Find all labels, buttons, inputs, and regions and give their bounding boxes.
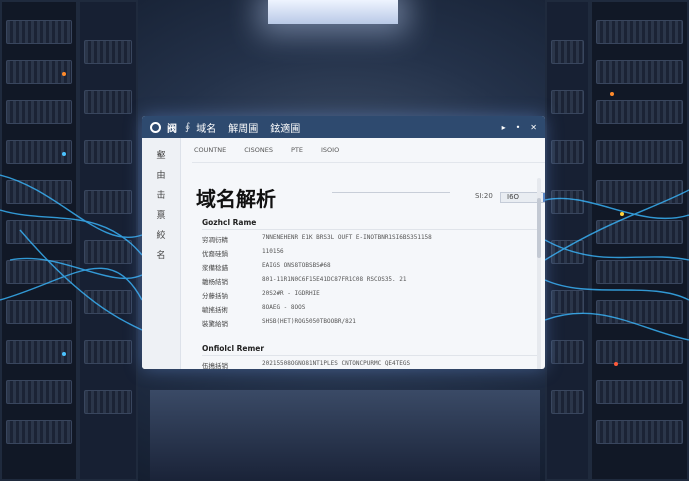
row-key: 毓搖括術 (202, 306, 228, 314)
sidebar: 壑 由 击 禀 絞 名 (142, 138, 181, 369)
minimize-icon[interactable]: • (516, 123, 521, 132)
server-rack-right-inner (545, 0, 590, 481)
sidebar-item-3[interactable]: 击 (142, 186, 180, 206)
tab-2[interactable]: CISONES (244, 138, 273, 162)
scrollbar[interactable] (537, 178, 541, 369)
row-value: 8OAEG - 8OOS (262, 304, 306, 311)
table-row: 毓搖括術 8OAEG - 8OOS (202, 304, 535, 316)
server-rack-left (0, 0, 78, 481)
row-key: 伍搗括销 (202, 362, 228, 369)
control-label: SI:20 (475, 192, 493, 200)
server-rack-left-inner (78, 0, 138, 481)
tab-3[interactable]: PTE (291, 138, 303, 162)
title-separator: ∮ (185, 121, 191, 133)
row-key: 雛杨結销 (202, 278, 228, 286)
corridor-floor (150, 390, 540, 481)
sidebar-item-4[interactable]: 禀 (142, 206, 180, 226)
table-row: 浆備稔錨 EAIGS ONS8TOBSBS#68 (202, 262, 535, 274)
table-row: 裝驚給销 SHSB(HET)ROG5050TBOOBR/821 (202, 318, 535, 330)
row-key: 穷凋衍精 (202, 236, 228, 244)
menu-item-settings[interactable]: 鉉適圃 (270, 120, 300, 135)
row-key: 分藤括钠 (202, 292, 228, 300)
app-logo-icon (150, 121, 161, 133)
sidebar-item-1[interactable]: 壑 (142, 146, 180, 166)
row-value: 20215508OGNO81NT1PLES CNTONCPURMC QE4TEG… (262, 360, 411, 367)
menu-item-resolve[interactable]: 解周圃 (228, 120, 258, 135)
tab-bar: COUNTNE CISONES PTE ISOIO (192, 138, 545, 163)
row-value: 801-11R1N0C6F15E41DC87FR1C08 RSCOS35. 21 (262, 276, 407, 283)
row-key: 优裔硅鍋 (202, 250, 228, 258)
table-row: 分藤括钠 20S2#R - IGDRHIE (202, 290, 535, 302)
table-row: 伍搗括销 20215508OGNO81NT1PLES CNTONCPURMC Q… (202, 360, 535, 369)
row-value: 20S2#R - IGDRHIE (262, 290, 320, 297)
close-icon[interactable]: ✕ (530, 123, 537, 132)
section-divider (202, 229, 537, 230)
row-key: 裝驚給销 (202, 320, 228, 328)
expand-icon[interactable]: ▸ (502, 123, 506, 132)
title-bar: 阀 ∮ 域名 解周圃 鉉適圃 ▸ • ✕ (142, 116, 545, 138)
tab-1[interactable]: COUNTNE (194, 138, 226, 162)
table-row: 优裔硅鍋 110156 (202, 248, 535, 260)
scrollbar-thumb[interactable] (537, 198, 541, 258)
page-title: 域名解析 (196, 187, 276, 211)
table-row: 穷凋衍精 7NNENEHENR E1K BRS3L OUFT E-INOTBNR… (202, 234, 535, 246)
ceiling-light (268, 0, 398, 24)
title-divider (332, 192, 450, 193)
menu-item-domain[interactable]: 域名 (196, 120, 216, 135)
table-row: 雛杨結销 801-11R1N0C6F15E41DC87FR1C08 RSCOS3… (202, 276, 535, 288)
sidebar-item-6[interactable]: 名 (142, 246, 180, 266)
tab-4[interactable]: ISOIO (321, 138, 339, 162)
row-value: 110156 (262, 248, 284, 255)
app-name: 阀 (167, 123, 177, 135)
row-value: SHSB(HET)ROG5050TBOOBR/821 (262, 318, 356, 325)
section-heading-official: Onfiolcl Remer (202, 344, 265, 353)
sidebar-item-5[interactable]: 絞 (142, 226, 180, 246)
select-value: I6O (507, 193, 520, 201)
row-value: EAIGS ONS8TOBSBS#68 (262, 262, 331, 269)
row-key: 浆備稔錨 (202, 264, 228, 272)
dns-app-window: 阀 ∮ 域名 解周圃 鉉適圃 ▸ • ✕ 壑 由 击 禀 絞 名 COUNTNE… (142, 116, 545, 369)
server-rack-right (590, 0, 689, 481)
section-heading-general: Gozhcl Rame (202, 218, 257, 227)
section-divider (202, 355, 537, 356)
main-content: COUNTNE CISONES PTE ISOIO 域名解析 SI:20 I6O… (192, 138, 545, 369)
sidebar-item-2[interactable]: 由 (142, 166, 180, 186)
row-value: 7NNENEHENR E1K BRS3L OUFT E-INOTBNR1SI6B… (262, 234, 432, 241)
chevron-down-icon[interactable]: ▾ (543, 193, 545, 202)
